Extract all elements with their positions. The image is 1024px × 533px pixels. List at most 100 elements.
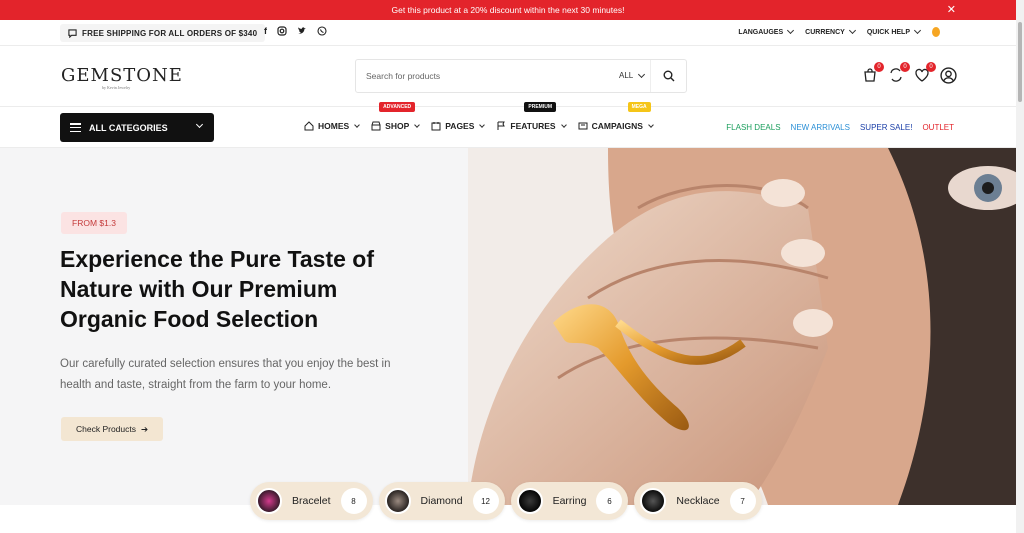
menu-item-label: HOMES [318,121,350,131]
wishlist-count-badge: 0 [926,62,936,72]
shipping-notice: FREE SHIPPING FOR ALL ORDERS OF $340 [60,24,266,42]
viber-icon[interactable] [317,26,327,36]
chevron-down-icon [195,120,204,129]
promo-links: FLASH DEALS NEW ARRIVALS SUPER SALE! OUT… [726,123,954,132]
category-label: Bracelet [292,495,331,507]
languages-dropdown[interactable]: LANGAUGES [738,26,795,36]
category-count: 7 [729,488,756,514]
cart-count-badge: 0 [874,62,884,72]
compare-button[interactable]: 0 [888,62,910,83]
nav-bar: ALL CATEGORIES HOMES ADVANCED SHOP PAGES… [0,102,1016,148]
category-chip-bracelet[interactable]: Bracelet 8 [250,482,373,520]
header-icons: 0 0 0 [862,62,957,84]
chevron-down-icon [560,121,567,128]
category-chip-diamond[interactable]: Diamond 12 [378,482,505,520]
chevron-down-icon [913,26,922,35]
chevron-down-icon [848,26,856,35]
search-bar: ALL [355,59,687,93]
category-chip-necklace[interactable]: Necklace 7 [634,482,762,520]
new-arrivals-link[interactable]: NEW ARRIVALS [791,123,850,132]
search-category-label: ALL [619,71,634,80]
menu-item-features[interactable]: PREMIUM FEATURES [496,102,567,131]
menu-item-label: SHOP [385,121,410,131]
chevron-down-icon [414,121,421,128]
category-chip-earring[interactable]: Earring 6 [510,482,629,520]
search-input[interactable] [356,71,596,81]
logo[interactable]: GEMSTONE [61,65,183,86]
home-icon [304,121,314,131]
hero-description: Our carefully curated selection ensures … [60,358,391,391]
quick-help-label: QUICK HELP [866,28,910,36]
hero-photo [468,148,1016,505]
all-categories-button[interactable]: ALL CATEGORIES [60,113,214,142]
account-button[interactable] [940,67,957,84]
category-label: Necklace [676,495,720,507]
logo-subtitle: by Kevin Jewelry [102,85,131,90]
facebook-icon[interactable]: f [264,26,267,36]
outlet-link[interactable]: OUTLET [922,123,954,132]
hero-image [468,148,1016,505]
languages-label: LANGAUGES [738,28,784,36]
flag-icon [497,121,506,130]
twitter-icon[interactable] [297,26,307,36]
chevron-down-icon [787,26,795,35]
mega-tag: MEGA [627,102,651,112]
top-bar: FREE SHIPPING FOR ALL ORDERS OF $340 f L… [0,20,1016,46]
cart-button[interactable]: 0 [862,62,884,83]
menu-item-label: FEATURES [510,121,556,131]
bracelet-thumbnail [256,488,282,514]
menu-item-campaigns[interactable]: MEGA CAMPAIGNS [578,102,654,131]
category-label: Earring [552,495,587,507]
chevron-down-icon [638,70,646,78]
super-sale-link[interactable]: SUPER SALE! [860,123,912,132]
top-right-links: LANGAUGES CURRENCY QUICK HELP [738,26,940,37]
announcement-bar: Get this product at a 20% discount withi… [0,0,1016,20]
chat-icon [68,28,77,38]
chevron-down-icon [354,121,361,128]
social-links: f [264,26,327,36]
menu-item-label: PAGES [445,121,475,131]
check-products-label: Check Products [76,424,136,434]
shipping-text: FREE SHIPPING FOR ALL ORDERS OF $340 [82,28,258,38]
check-products-button[interactable]: Check Products ➔ [61,417,164,441]
premium-tag: PREMIUM [524,102,557,112]
currency-label: CURRENCY [805,28,845,36]
search-button[interactable] [650,60,686,92]
menu-item-pages[interactable]: PAGES [431,121,486,131]
category-chips: Bracelet 8 Diamond 12 Earring 6 Necklace… [250,482,762,520]
chevron-down-icon [479,121,486,128]
wishlist-button[interactable]: 0 [914,62,936,83]
category-label: Diamond [420,495,463,507]
menu-item-label: CAMPAIGNS [591,121,643,131]
flash-deals-link[interactable]: FLASH DEALS [726,123,780,132]
announcement-text: Get this product at a 20% discount withi… [391,5,625,15]
search-icon [663,70,674,82]
advanced-tag: ADVANCED [379,102,416,112]
shop-icon [371,121,381,131]
search-category-select[interactable]: ALL [619,70,646,80]
scrollbar-thumb[interactable] [1018,22,1022,102]
main-menu: HOMES ADVANCED SHOP PAGES PREMIUM FEATUR… [304,102,654,131]
page: Get this product at a 20% discount withi… [0,0,1024,533]
price-badge: FROM $1.3 [61,212,127,234]
menu-item-shop[interactable]: ADVANCED SHOP [371,102,421,131]
instagram-icon[interactable] [277,26,287,36]
arrow-right-icon: ➔ [141,423,149,434]
earring-thumbnail [516,488,543,514]
category-count: 8 [340,488,367,514]
all-categories-label: ALL CATEGORIES [89,122,168,133]
close-icon[interactable]: ✕ [947,3,956,16]
category-count: 6 [596,488,623,514]
currency-dropdown[interactable]: CURRENCY [805,26,856,36]
hero-banner: FROM $1.3 Experience the Pure Taste of N… [0,148,1016,505]
menu-item-homes[interactable]: HOMES [304,121,361,131]
quick-help-dropdown[interactable]: QUICK HELP [866,26,922,36]
hero-title: Experience the Pure Taste of Nature with… [60,246,375,332]
flag-icon[interactable] [932,27,940,37]
campaign-icon [578,122,588,130]
user-icon [940,67,957,84]
pages-icon [431,122,441,131]
compare-count-badge: 0 [900,62,910,72]
scrollbar[interactable] [1016,0,1024,533]
chevron-down-icon [648,121,654,128]
